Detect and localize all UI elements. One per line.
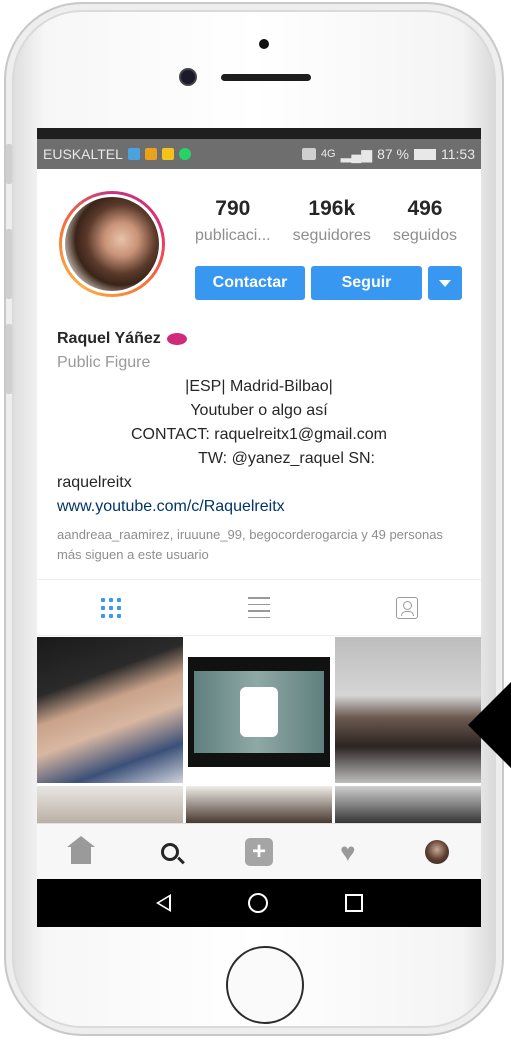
posts-grid: [37, 636, 481, 826]
profile-icon: [424, 839, 449, 864]
suggested-users-button[interactable]: [428, 266, 462, 300]
list-icon: [248, 597, 270, 618]
stat-number: 790: [215, 197, 251, 220]
search-icon: [161, 842, 180, 861]
screen-top-edge: [37, 128, 481, 139]
mute-switch: [6, 144, 12, 184]
battery-icon: [414, 148, 436, 160]
profile-stats: 790 publicaci... 196k seguidores 496 seg…: [195, 197, 457, 245]
carrier-label: EUSKALTEL: [43, 146, 123, 162]
post-thumbnail[interactable]: [186, 637, 332, 783]
recents-icon[interactable]: [344, 894, 363, 912]
stat-label: publicaci...: [195, 227, 271, 244]
volume-down-button: [6, 324, 12, 394]
volume-up-button: [6, 229, 12, 299]
bio-line: CONTACT: raquelreitx1@gmail.com: [130, 426, 387, 443]
post-thumbnail[interactable]: [37, 637, 183, 783]
earpiece-speaker: [221, 74, 311, 81]
whatsapp-icon: [178, 148, 191, 160]
nav-profile[interactable]: [417, 832, 457, 872]
nav-add[interactable]: +: [239, 832, 279, 872]
stat-posts[interactable]: 790 publicaci...: [195, 197, 271, 245]
add-icon: +: [244, 837, 273, 866]
android-nav-bar: [37, 879, 481, 927]
avatar-story-ring[interactable]: [59, 191, 165, 297]
profile-category: Public Figure: [57, 354, 151, 371]
back-icon[interactable]: [155, 894, 171, 912]
stat-followers[interactable]: 196k seguidores: [293, 197, 371, 245]
pointer-arrow-icon: [468, 680, 511, 770]
heart-icon: ♥: [340, 836, 356, 867]
collage-badge-image: [240, 687, 278, 737]
screen: EUSKALTEL 4G ▂▄▆ 87 % 11:53 790 publicac…: [37, 128, 481, 927]
website-link[interactable]: www.youtube.com/c/Raquelreitx: [57, 495, 461, 519]
stat-label: seguidores: [292, 227, 371, 244]
app-notification-icon: [127, 148, 140, 160]
bio-line: TW: @yanez_raquel SN:: [198, 450, 375, 467]
bio-line: |ESP| Madrid-Bilbao|: [185, 378, 333, 395]
device-home-button[interactable]: [226, 946, 304, 1024]
nav-home[interactable]: [61, 832, 101, 872]
tagged-icon: [396, 596, 418, 619]
status-bar: EUSKALTEL 4G ▂▄▆ 87 % 11:53: [37, 139, 481, 169]
nav-search[interactable]: [150, 832, 190, 872]
tab-list[interactable]: [244, 593, 274, 623]
grid-icon: [101, 597, 121, 618]
lips-emoji-icon: [166, 333, 187, 345]
avatar: [65, 197, 159, 291]
lock-notification-icon: [144, 148, 157, 160]
stat-following[interactable]: 496 seguidos: [393, 197, 457, 245]
profile-name: Raquel Yáñez: [57, 330, 161, 347]
nfc-icon: [301, 148, 316, 160]
profile-header: 790 publicaci... 196k seguidores 496 seg…: [37, 169, 481, 300]
stat-number: 196k: [308, 197, 356, 220]
profile-actions: Contactar Seguir: [195, 266, 462, 300]
stat-label: seguidos: [392, 227, 457, 244]
bio-line: raquelreitx: [57, 474, 132, 491]
home-circle-icon[interactable]: [247, 893, 268, 913]
front-camera: [181, 70, 195, 84]
post-thumbnail[interactable]: [335, 786, 481, 826]
follow-button[interactable]: Seguir: [311, 266, 422, 300]
proximity-sensor: [259, 39, 269, 49]
bio-line: Youtuber o algo así: [190, 402, 328, 419]
signal-icon: ▂▄▆: [340, 145, 373, 162]
profile-view-tabs: [37, 580, 481, 636]
network-type: 4G: [320, 148, 336, 160]
profile-name-row: Raquel Yáñez: [57, 327, 461, 351]
profile-bio: Raquel Yáñez Public Figure |ESP| Madrid-…: [37, 297, 481, 565]
message-notification-icon: [161, 148, 174, 160]
clock: 11:53: [441, 146, 475, 162]
post-thumbnail[interactable]: [37, 786, 183, 826]
tab-grid[interactable]: [96, 593, 126, 623]
followed-by-text[interactable]: aandreaa_raamirez, iruuune_99, begocorde…: [57, 525, 461, 565]
tab-tagged[interactable]: [392, 593, 422, 623]
battery-percent: 87 %: [377, 146, 409, 162]
post-thumbnail[interactable]: [186, 786, 332, 826]
home-icon: [67, 835, 96, 864]
contact-button[interactable]: Contactar: [195, 266, 305, 300]
stat-number: 496: [407, 197, 443, 220]
nav-activity[interactable]: ♥: [328, 832, 368, 872]
chevron-down-icon: [439, 279, 451, 287]
post-thumbnail[interactable]: [335, 637, 481, 783]
bottom-nav: + ♥: [37, 823, 481, 879]
